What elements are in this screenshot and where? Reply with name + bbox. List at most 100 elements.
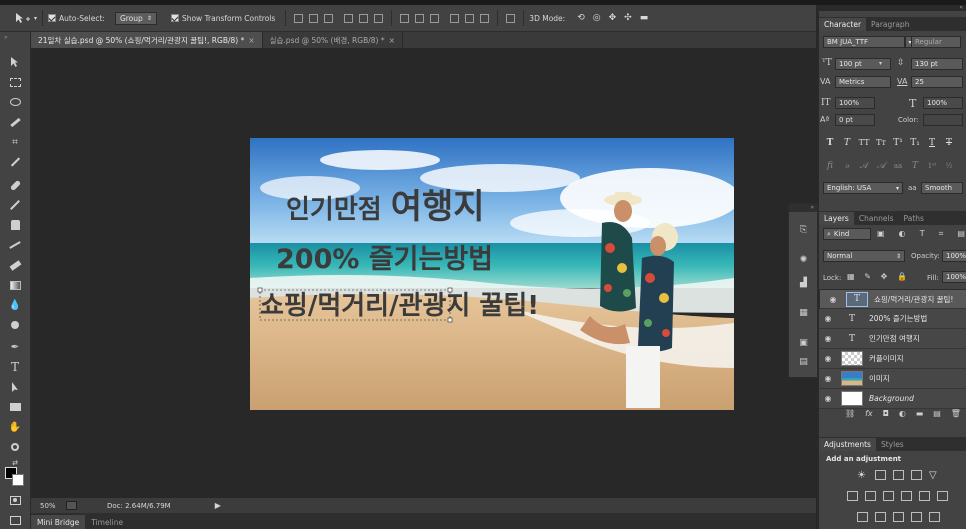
channel-mixer-icon[interactable] — [919, 491, 930, 501]
filter-pixel-icon[interactable]: ▣ — [877, 229, 885, 240]
filter-adjustment-icon[interactable]: ◐ — [899, 229, 906, 240]
histogram-icon[interactable]: ▟ — [797, 277, 810, 288]
tab-character[interactable]: Character — [819, 18, 867, 31]
lock-position-icon[interactable]: ✥ — [881, 272, 888, 282]
baseline-shift-field[interactable]: 0 pt — [835, 114, 875, 126]
auto-align-layers-icon[interactable] — [506, 13, 516, 23]
history-panel-icon[interactable]: ⎘ — [797, 224, 810, 235]
horizontal-scale-field[interactable]: 100% — [923, 97, 963, 109]
tab-styles[interactable]: Styles — [876, 438, 909, 451]
lasso-tool-icon[interactable] — [5, 94, 25, 110]
3d-pan-icon[interactable]: ✥ — [609, 13, 617, 23]
tab-layers[interactable]: Layers — [819, 212, 854, 225]
eyedropper-tool-icon[interactable] — [5, 154, 25, 170]
layer-row[interactable]: ◉ T 인기만점 여행지 — [819, 329, 966, 349]
notes-icon[interactable]: ▤ — [797, 356, 810, 367]
tab-mini-bridge[interactable]: Mini Bridge — [31, 515, 86, 529]
transform-handle[interactable] — [447, 287, 453, 293]
marquee-tool-icon[interactable] — [5, 74, 25, 90]
visibility-eye-icon[interactable]: ◉ — [824, 295, 842, 304]
brush-tool-icon[interactable] — [5, 197, 25, 213]
distribute-left-icon[interactable] — [450, 13, 460, 23]
subscript-icon[interactable]: T₁ — [908, 136, 922, 149]
layer-style-icon[interactable]: fx — [865, 409, 873, 421]
tab-timeline[interactable]: Timeline — [85, 515, 129, 529]
superscript-icon[interactable]: T¹ — [891, 136, 905, 149]
close-icon[interactable]: × — [389, 36, 395, 45]
filter-smart-object-icon[interactable]: ▤ — [957, 229, 965, 240]
document-canvas-image[interactable]: 인기만점 여행지 200% 즐기는방법 쇼핑/먹거리/관광지 꿀팁! — [250, 138, 734, 410]
new-layer-icon[interactable]: ▤ — [933, 409, 941, 421]
move-tool-icon[interactable] — [5, 54, 25, 70]
zoom-level[interactable]: 50% — [40, 502, 62, 510]
gradient-tool-icon[interactable] — [5, 277, 25, 293]
layer-row[interactable]: ◉ Background — [819, 389, 966, 409]
font-style-select[interactable]: Regular — [911, 36, 961, 48]
vertical-scale-field[interactable]: 100% — [835, 97, 875, 109]
tab-paths[interactable]: Paths — [899, 212, 929, 225]
hue-saturation-icon[interactable] — [847, 491, 858, 501]
blur-tool-icon[interactable]: 💧 — [5, 297, 25, 313]
layer-row[interactable]: ◉ 커플이미지 — [819, 349, 966, 369]
new-adjustment-icon[interactable]: ◐ — [899, 409, 906, 421]
document-tab-active[interactable]: 21일차 실습.psd @ 50% (쇼핑/먹거리/관광지 꿀팁!, RGB/8… — [31, 32, 263, 48]
3d-rotate-icon[interactable]: ⟲ — [577, 13, 585, 23]
3d-scale-icon[interactable]: ▬ — [640, 13, 649, 23]
photo-filter-icon[interactable] — [901, 491, 912, 501]
fill-field[interactable]: 100% — [942, 271, 966, 283]
distribute-vertical-centers-icon[interactable] — [415, 13, 425, 23]
align-bottom-edges-icon[interactable] — [324, 13, 334, 23]
selective-color-icon[interactable] — [929, 512, 940, 522]
tab-channels[interactable]: Channels — [854, 212, 899, 225]
3d-slide-icon[interactable]: ✣ — [624, 13, 632, 23]
levels-icon[interactable] — [875, 470, 886, 480]
canvas-text-line3[interactable]: 쇼핑/먹거리/관광지 꿀팁! — [260, 291, 539, 321]
black-white-icon[interactable] — [883, 491, 894, 501]
type-tool-icon[interactable]: T — [5, 359, 25, 375]
antialias-select[interactable]: Smooth — [921, 182, 963, 194]
color-lookup-icon[interactable] — [937, 491, 948, 501]
lock-transparent-icon[interactable]: ▦ — [847, 272, 855, 282]
dodge-tool-icon[interactable] — [5, 317, 25, 333]
distribute-horizontal-centers-icon[interactable] — [465, 13, 475, 23]
link-layers-icon[interactable]: ⛓ — [845, 409, 855, 421]
quick-mask-icon[interactable] — [5, 492, 25, 508]
distribute-bottom-icon[interactable] — [430, 13, 440, 23]
blend-mode-select[interactable]: Normal ⇕ — [823, 250, 905, 262]
brightness-icon[interactable]: ☀ — [857, 470, 868, 481]
layer-row[interactable]: ◉ 이미지 — [819, 369, 966, 389]
swatches-icon[interactable]: ▦ — [797, 307, 810, 318]
canvas-text-line2[interactable]: 200% 즐기는방법 — [276, 244, 493, 275]
underline-icon[interactable]: T — [925, 136, 939, 149]
eraser-tool-icon[interactable] — [5, 257, 25, 273]
font-family-select[interactable]: BM JUA_TTF — [823, 36, 905, 48]
visibility-eye-icon[interactable]: ◉ — [819, 354, 837, 363]
gradient-map-icon[interactable] — [911, 512, 922, 522]
status-info-icon[interactable] — [66, 501, 77, 510]
pen-tool-icon[interactable]: ✒ — [5, 339, 25, 355]
distribute-right-icon[interactable] — [480, 13, 490, 23]
document-tab[interactable]: 실습.psd @ 50% (배경, RGB/8) * × — [262, 32, 403, 48]
color-balance-icon[interactable] — [865, 491, 876, 501]
text-color-swatch[interactable] — [923, 114, 963, 126]
show-transform-controls-checkbox[interactable]: Show Transform Controls — [170, 11, 275, 26]
visibility-eye-icon[interactable]: ◉ — [819, 374, 837, 383]
all-caps-icon[interactable]: TT — [857, 136, 871, 149]
collapse-arrows-icon[interactable]: » — [4, 34, 8, 41]
visibility-eye-icon[interactable]: ◉ — [819, 394, 837, 403]
layer-row[interactable]: ◉ T 쇼핑/먹거리/관광지 꿀팁! — [819, 289, 966, 309]
spot-healing-tool-icon[interactable] — [5, 177, 25, 193]
delete-layer-icon[interactable]: 🗑 — [951, 409, 961, 421]
auto-select-checkbox[interactable]: Auto-Select: — [48, 11, 105, 26]
language-select[interactable]: English: USA ▾ — [823, 182, 903, 194]
new-group-icon[interactable]: ▬ — [916, 409, 924, 421]
quick-selection-tool-icon[interactable] — [5, 114, 25, 130]
add-mask-icon[interactable]: ◘ — [883, 409, 889, 421]
background-color-swatch[interactable] — [12, 474, 24, 486]
3d-roll-icon[interactable]: ◎ — [593, 13, 601, 23]
faux-bold-icon[interactable]: T — [823, 136, 837, 149]
tab-adjustments[interactable]: Adjustments — [819, 438, 876, 451]
font-size-field[interactable]: 100 pt — [835, 58, 891, 70]
lock-all-icon[interactable]: 🔒 — [897, 272, 907, 282]
transform-handle[interactable] — [257, 287, 263, 293]
